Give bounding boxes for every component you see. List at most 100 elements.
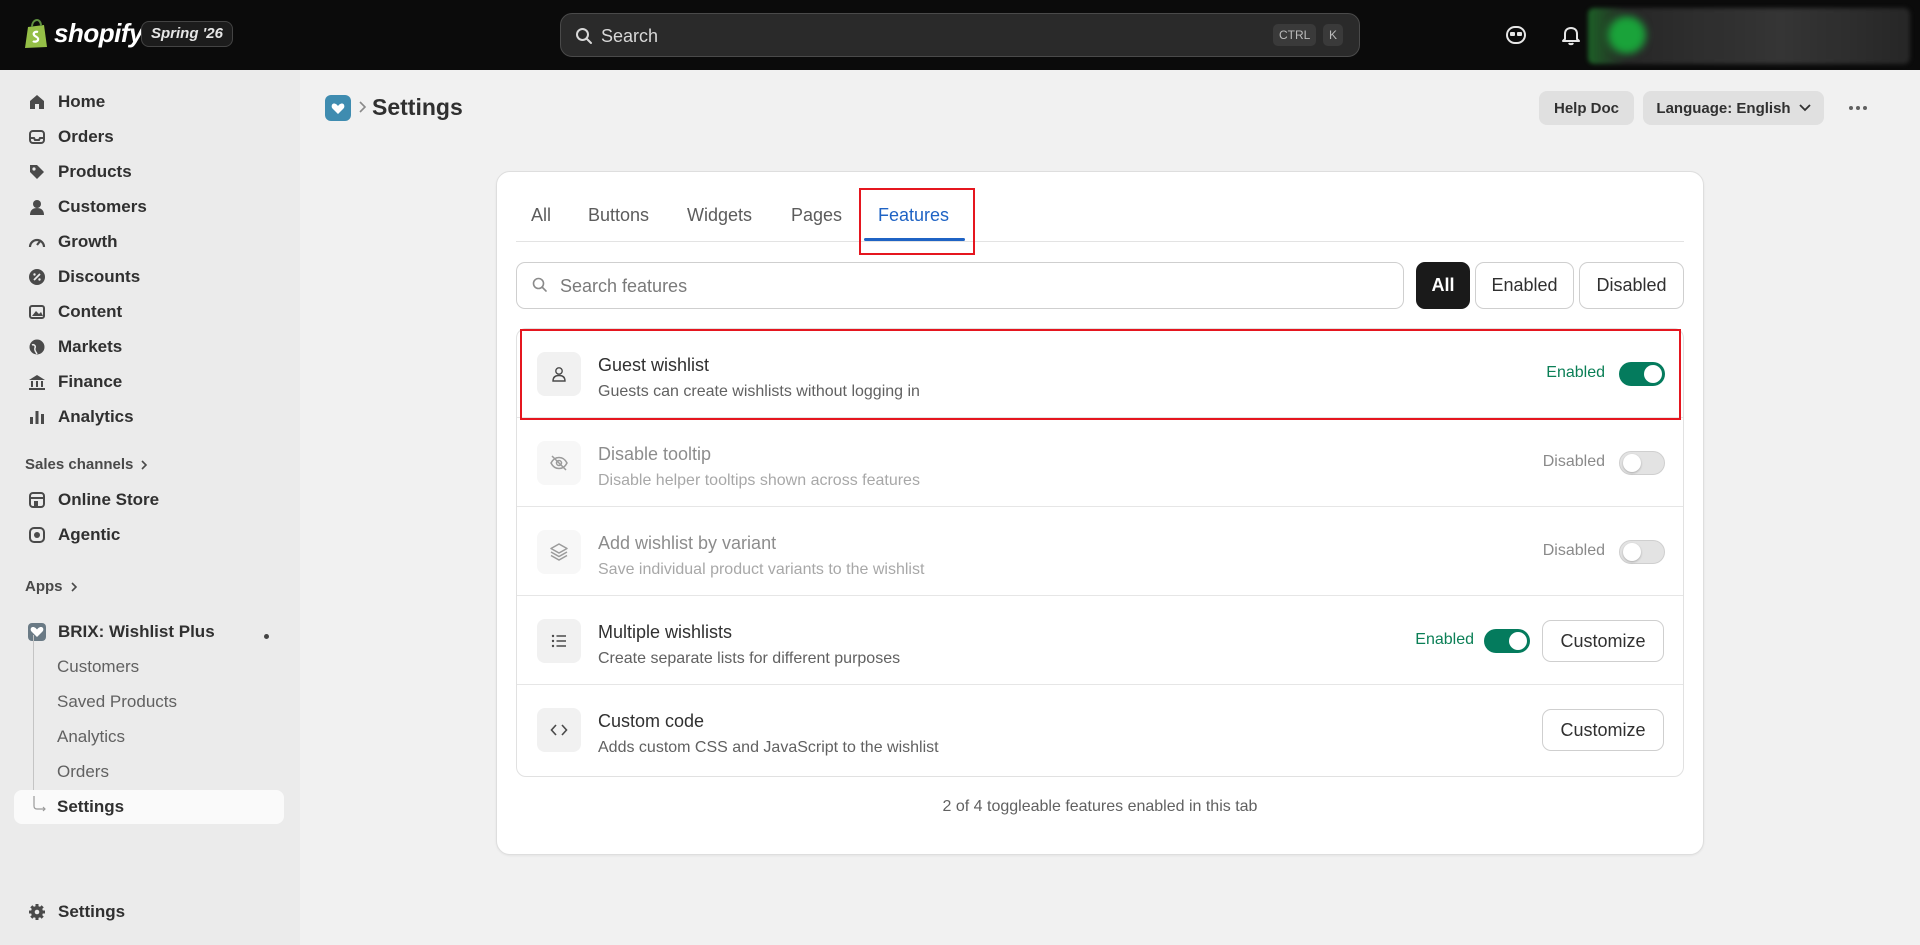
filter-disabled-button[interactable]: Disabled [1579, 262, 1684, 309]
tab-pages[interactable]: Pages [791, 205, 842, 226]
wishlist-by-variant-toggle[interactable] [1619, 540, 1665, 564]
status-label: Disabled [1542, 542, 1605, 559]
search-placeholder: Search [601, 26, 659, 46]
feature-description: Disable helper tooltips shown across fea… [598, 472, 920, 489]
sidebar-item-growth[interactable]: Growth [14, 225, 284, 259]
bell-icon[interactable] [1560, 24, 1582, 46]
sidebar-item-wishlist-app[interactable]: BRIX: Wishlist Plus [14, 615, 284, 649]
sidebar-item-label: Growth [58, 232, 118, 251]
sales-channels-heading[interactable]: Sales channels [25, 456, 149, 473]
feature-description: Create separate lists for different purp… [598, 650, 901, 667]
sidebar-item-label: BRIX: Wishlist Plus [58, 622, 215, 641]
multiple-wishlists-toggle[interactable] [1484, 629, 1530, 653]
sidekick-icon[interactable] [1505, 24, 1527, 46]
tabs-divider [516, 241, 1684, 242]
tree-branch-icon [33, 796, 46, 812]
sidebar-item-orders[interactable]: Orders [14, 120, 284, 154]
page-title: Settings [372, 94, 463, 120]
apps-heading[interactable]: Apps [25, 578, 79, 595]
bank-icon [26, 371, 48, 393]
status-label: Enabled [1415, 631, 1474, 648]
sidebar-item-label: Markets [58, 337, 123, 356]
chevron-right-icon [141, 459, 148, 470]
subitem-label: Analytics [57, 727, 126, 746]
sidebar-item-label: Customers [58, 197, 147, 216]
sidebar-item-finance[interactable]: Finance [14, 365, 284, 399]
global-search-input[interactable]: Search CTRL K [560, 13, 1360, 57]
sidebar-item-label: Home [58, 92, 106, 111]
wishlist-app-icon[interactable] [325, 95, 351, 121]
app-subitem-customers[interactable]: Customers [14, 650, 284, 684]
tag-icon [26, 161, 48, 183]
highlight-box-guest-wishlist [520, 329, 1681, 420]
sidebar-item-label: Finance [58, 372, 123, 391]
sidebar-item-customers[interactable]: Customers [14, 190, 284, 224]
shortcut-k-badge: K [1323, 24, 1344, 46]
breadcrumb-chevron-icon [359, 101, 367, 113]
app-subitem-orders[interactable]: Orders [14, 755, 284, 789]
feature-description: Save individual product variants to the … [598, 561, 925, 578]
feature-title: Custom code [598, 711, 705, 731]
feature-search-input[interactable]: Search features [516, 262, 1404, 309]
globe-icon [26, 336, 48, 358]
sidebar-item-settings[interactable]: Settings [14, 895, 284, 929]
shopify-logo[interactable]: shopify [24, 18, 143, 49]
feature-description: Adds custom CSS and JavaScript to the wi… [598, 739, 939, 756]
app-subitem-analytics[interactable]: Analytics [14, 720, 284, 754]
tab-all[interactable]: All [531, 205, 551, 226]
sidebar-item-label: Agentic [58, 525, 121, 544]
gear-icon [26, 901, 48, 923]
app-subitem-settings[interactable]: Settings [14, 790, 284, 824]
sidebar-item-analytics[interactable]: Analytics [14, 400, 284, 434]
image-icon [26, 301, 48, 323]
person-icon [26, 196, 48, 218]
sidebar-item-discounts[interactable]: Discounts [14, 260, 284, 294]
search-placeholder: Search features [560, 276, 688, 296]
sidebar-item-label: Discounts [58, 267, 141, 286]
subitem-label: Saved Products [57, 692, 178, 711]
discount-icon [26, 266, 48, 288]
eye-off-icon [537, 441, 581, 485]
orders-icon [26, 126, 48, 148]
section-label: Sales channels [25, 456, 134, 473]
sidebar-item-label: Settings [58, 902, 126, 921]
sidebar-item-content[interactable]: Content [14, 295, 284, 329]
chevron-down-icon [1798, 104, 1811, 112]
more-actions-button[interactable] [1840, 91, 1876, 125]
subitem-label: Customers [57, 657, 140, 676]
shortcut-ctrl-badge: CTRL [1273, 24, 1317, 46]
sidebar-item-label: Products [58, 162, 132, 181]
avatar [1608, 16, 1646, 54]
filter-all-button[interactable]: All [1416, 262, 1470, 309]
search-icon [576, 28, 592, 44]
enabled-count-note: 2 of 4 toggleable features enabled in th… [942, 798, 1258, 815]
edition-badge[interactable]: Spring '26 [141, 21, 233, 47]
sidebar-item-online-store[interactable]: Online Store [14, 483, 284, 517]
app-subitem-saved-products[interactable]: Saved Products [14, 685, 284, 719]
sidebar-item-home[interactable]: Home [14, 85, 284, 119]
sidebar-item-agentic[interactable]: Agentic [14, 518, 284, 552]
language-select[interactable]: Language: English [1643, 91, 1824, 125]
tab-widgets[interactable]: Widgets [687, 205, 752, 226]
layers-icon [537, 530, 581, 574]
filter-enabled-button[interactable]: Enabled [1475, 262, 1574, 309]
subitem-label: Settings [57, 797, 125, 816]
subitem-label: Orders [57, 762, 109, 781]
language-label: Language: English [1656, 99, 1791, 117]
disable-tooltip-toggle[interactable] [1619, 451, 1665, 475]
customize-button[interactable]: Customize [1542, 620, 1664, 662]
ellipsis-icon [1849, 106, 1867, 110]
list-icon [537, 619, 581, 663]
list-item: Disable tooltip Disable helper tooltips … [517, 418, 1683, 507]
logo-text: shopify [54, 18, 143, 48]
help-doc-button[interactable]: Help Doc [1539, 91, 1634, 125]
sidebar-item-label: Online Store [58, 490, 160, 509]
feature-title: Add wishlist by variant [598, 533, 777, 553]
tab-buttons[interactable]: Buttons [588, 205, 649, 226]
list-item: Custom code Adds custom CSS and JavaScri… [517, 685, 1683, 774]
shopify-bag-icon [25, 18, 47, 48]
feature-title: Multiple wishlists [598, 622, 733, 642]
sidebar-item-products[interactable]: Products [14, 155, 284, 189]
sidebar-item-markets[interactable]: Markets [14, 330, 284, 364]
customize-button[interactable]: Customize [1542, 709, 1664, 751]
